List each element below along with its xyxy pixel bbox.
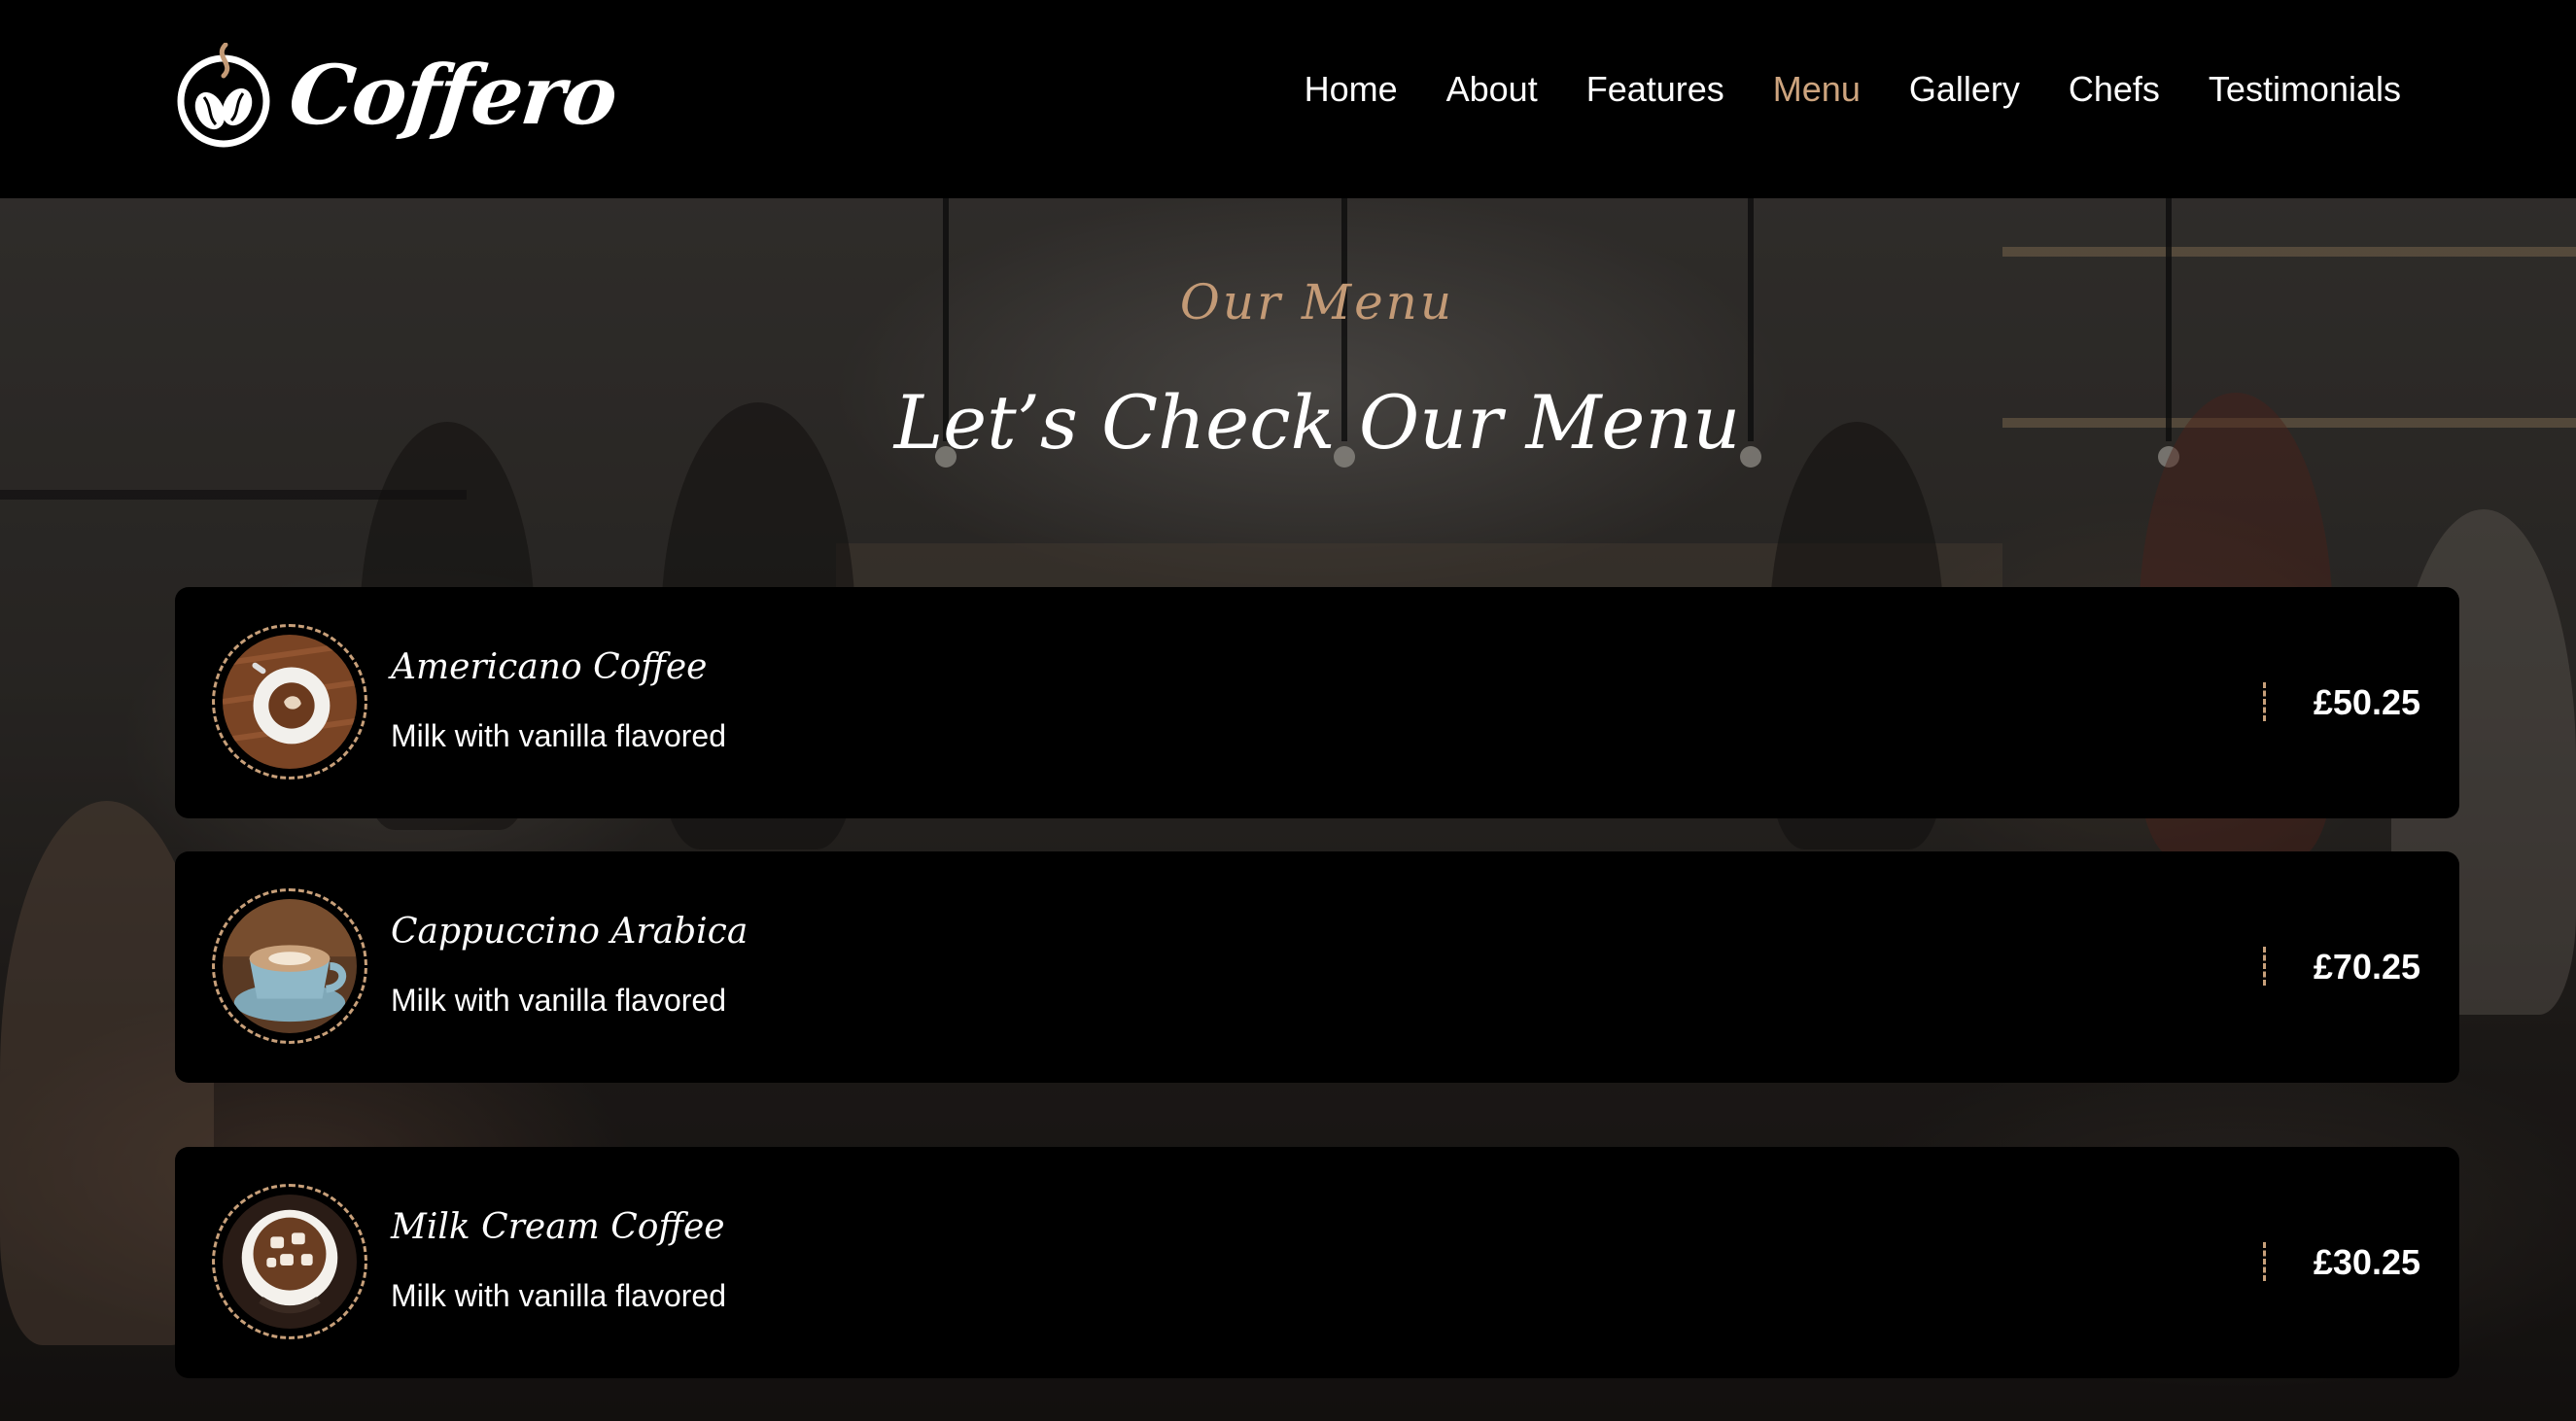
nav-item-chefs[interactable]: Chefs [2069,70,2160,109]
price-divider [2263,1242,2266,1281]
menu-item-price: £50.25 [2313,682,2420,722]
cappuccino-cup-icon [223,899,357,1033]
price-divider [2263,947,2266,986]
menu-item[interactable]: Cappuccino Arabica Milk with vanilla fla… [175,851,2459,1083]
nav-item-gallery[interactable]: Gallery [1909,70,2020,109]
menu-item-description: Milk with vanilla flavored [391,718,727,753]
menu-item-price: £30.25 [2313,1242,2420,1282]
brand-logo[interactable]: Coffero [175,37,620,154]
site-header: Coffero Home About Features Menu Gallery… [0,0,2576,198]
coffee-beans-steam-icon [177,43,270,148]
menu-item[interactable]: Milk Cream Coffee Milk with vanilla flav… [175,1147,2459,1378]
nav-item-home[interactable]: Home [1305,70,1398,109]
menu-item-description: Milk with vanilla flavored [391,1278,727,1313]
menu-item-price: £70.25 [2313,947,2420,987]
menu-item-image [212,624,367,780]
price-divider [2263,682,2266,721]
americano-cup-icon [223,635,357,769]
menu-item-name: Americano Coffee [391,647,708,687]
menu-item-image [212,888,367,1044]
nav-item-about[interactable]: About [1446,70,1538,109]
section-title: Let’s Check Our Menu [893,379,1741,466]
milk-cream-cup-icon [223,1195,357,1329]
menu-item-image [212,1184,367,1339]
nav-item-testimonials[interactable]: Testimonials [2209,70,2401,109]
menu-item-description: Milk with vanilla flavored [391,983,727,1018]
menu-item-name: Milk Cream Coffee [391,1207,725,1247]
main-nav: Home About Features Menu Gallery Chefs T… [1256,70,2401,109]
nav-item-menu[interactable]: Menu [1773,70,1861,109]
brand-name: Coffero [284,47,621,143]
nav-item-features[interactable]: Features [1586,70,1724,109]
menu-item[interactable]: Americano Coffee Milk with vanilla flavo… [175,587,2459,818]
menu-item-name: Cappuccino Arabica [391,912,748,952]
section-subtitle: Our Menu [1179,274,1455,330]
